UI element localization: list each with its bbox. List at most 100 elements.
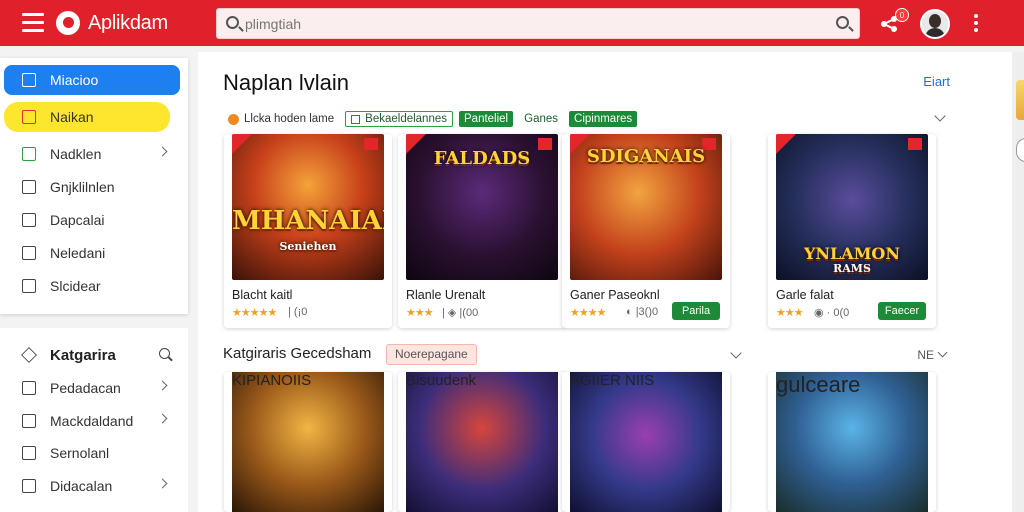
sidebar-item-label: Slcidear — [50, 278, 101, 294]
search-submit-icon[interactable] — [836, 16, 849, 29]
filter-chip-3[interactable]: Ganes — [519, 111, 563, 127]
chevron-down-icon[interactable] — [937, 347, 948, 358]
category-item-label: Didacalan — [50, 478, 113, 494]
category-item-3[interactable]: Didacalan — [4, 471, 180, 501]
game-cover-image[interactable]: gulceare — [776, 372, 928, 512]
game-name: Garle falat — [776, 288, 834, 302]
game-cover-subtitle: Seniehen — [279, 240, 337, 253]
search-icon — [226, 16, 239, 29]
see-all-link[interactable]: Eiart — [923, 74, 950, 89]
game-cover-title: MHANAIAIS — [232, 206, 384, 236]
sidebar-item-6[interactable]: Slcidear — [4, 271, 180, 301]
game-cover-title: YNLAMON — [804, 244, 900, 263]
badge-icon — [908, 138, 922, 150]
circle-icon — [228, 113, 239, 125]
play-button[interactable]: Faecer — [878, 302, 926, 320]
play-button[interactable]: Parila — [672, 302, 720, 320]
home-icon — [22, 279, 36, 293]
category-item-label: Mackdaldand — [50, 413, 134, 429]
main-content: Naplan lvlain Eiart Llcka hoden lame Beka… — [198, 52, 1012, 512]
sidebar-item-1[interactable]: Naikan — [4, 102, 170, 132]
page-title: Naplan lvlain — [223, 70, 349, 95]
chevron-down-icon[interactable] — [934, 110, 946, 122]
game-cover-image[interactable]: SDIGANAIS — [570, 134, 722, 280]
top-bar: Aplikdam 0 — [0, 0, 1024, 46]
search-bar[interactable] — [216, 8, 860, 39]
filter-chip-1[interactable]: Bekaeldelannes — [345, 111, 453, 127]
window-icon — [22, 446, 36, 460]
sidebar-item-label: Miacioo — [50, 72, 99, 88]
star-rating: ★★★★ — [570, 307, 606, 319]
game-card[interactable]: Bisuudenk — [398, 372, 566, 512]
categories-title: Katgarira — [50, 346, 116, 364]
star-rating: ★★★★★ — [232, 307, 277, 319]
game-cover-image[interactable]: FALDADS — [406, 134, 558, 280]
avatar[interactable] — [920, 9, 950, 39]
game-card[interactable]: KIPIANOIIS — [224, 372, 392, 512]
sidebar-item-3[interactable]: Gnjklilnlen — [4, 172, 180, 202]
game-meta: | (¡0 — [288, 306, 308, 318]
star-rating: ★★★ — [406, 307, 434, 319]
game-meta: ◉ · 0(0 — [814, 307, 850, 319]
square-icon — [351, 114, 361, 124]
game-card[interactable]: MHANAIAIS Seniehen Blacht kaitl ★★★★★ | (¡0 — [224, 134, 392, 328]
game-card[interactable]: AGIIER NIIS — [562, 372, 730, 512]
game-cover-title: SDIGANAIS — [586, 146, 706, 167]
game-cover-image[interactable]: MHANAIAIS Seniehen — [232, 134, 384, 280]
filter-chip-0[interactable]: Llcka hoden lame — [223, 111, 339, 127]
sidebar-item-0[interactable]: Miacioo — [4, 65, 180, 95]
category-search-icon[interactable] — [159, 348, 170, 359]
hamburger-menu-icon[interactable] — [22, 13, 44, 33]
sidebar-item-5[interactable]: Neledani — [4, 238, 180, 268]
sidebar-item-label: Naikan — [50, 109, 94, 125]
filter-row: Llcka hoden lame Bekaeldelannes Panteliel G… — [223, 110, 638, 128]
app-title: Aplikdam — [88, 12, 168, 34]
filter-chip-4[interactable]: Cipinmares — [569, 111, 638, 127]
filter-chip-label: Bekaeldelannes — [365, 113, 447, 125]
notification-badge[interactable]: 0 — [895, 8, 909, 22]
section-more-link[interactable]: NE — [917, 348, 934, 362]
chevron-right-icon — [157, 380, 168, 391]
game-cover-image[interactable]: KIPIANOIIS — [232, 372, 384, 512]
right-panel-edge — [1012, 52, 1024, 512]
game-card[interactable]: SDIGANAIS Ganer Paseoknl ★★★★ ◐ |3()0 Parila — [562, 134, 730, 328]
section-filter-chip[interactable]: Noerepagane — [386, 344, 477, 365]
game-card[interactable]: gulceare — [768, 372, 936, 512]
next-card-peek[interactable] — [1016, 80, 1024, 120]
sidebar-item-2[interactable]: Nadklen — [4, 139, 180, 169]
category-item-1[interactable]: Mackdaldand — [4, 406, 180, 436]
search-input[interactable] — [245, 14, 805, 34]
section-title: Katgiraris Gecedsham — [223, 345, 372, 362]
category-item-0[interactable]: Pedadacan — [4, 373, 180, 403]
filter-chip-label: Cipinmares — [574, 113, 633, 125]
filter-chip-label: Ganes — [524, 113, 559, 125]
window-icon — [22, 213, 36, 227]
sidebar-item-label: Gnjklilnlen — [50, 179, 115, 195]
categories-header: Katgarira — [4, 341, 180, 369]
game-cover-image[interactable]: YNLAMON RAMS — [776, 134, 928, 280]
game-name: Rlanle Urenalt — [406, 288, 486, 302]
game-cover-title: Bisuudenk — [406, 372, 477, 389]
game-meta: | ◈ |(00 — [442, 307, 479, 319]
star-rating: ★★★ — [776, 307, 804, 319]
sidebar-item-label: Neledani — [50, 245, 106, 261]
game-card[interactable]: YNLAMON RAMS Garle falat ★★★ ◉ · 0(0 Faecer — [768, 134, 936, 328]
x-icon — [22, 110, 36, 124]
sidebar-item-4[interactable]: Dapcalai — [4, 205, 180, 235]
game-card[interactable]: FALDADS Rlanle Urenalt ★★★ | ◈ |(00 — [398, 134, 566, 328]
category-icon — [21, 347, 37, 363]
window-icon — [22, 180, 36, 194]
game-cover-title: AGIIER NIIS — [570, 372, 655, 389]
more-options-icon[interactable] — [974, 14, 978, 32]
chevron-right-icon — [157, 146, 168, 157]
category-item-2[interactable]: Sernolanl — [4, 438, 180, 468]
game-cover-image[interactable]: AGIIER NIIS — [570, 372, 722, 512]
game-cover-title: gulceare — [776, 372, 861, 397]
window-icon — [22, 479, 36, 493]
filter-chip-label: Llcka hoden lame — [244, 113, 335, 125]
filter-chip-2[interactable]: Panteliel — [459, 111, 514, 127]
badge-icon — [364, 138, 378, 150]
chevron-down-icon[interactable] — [730, 347, 742, 359]
game-cover-image[interactable]: Bisuudenk — [406, 372, 558, 512]
app-logo-icon[interactable] — [56, 11, 80, 35]
